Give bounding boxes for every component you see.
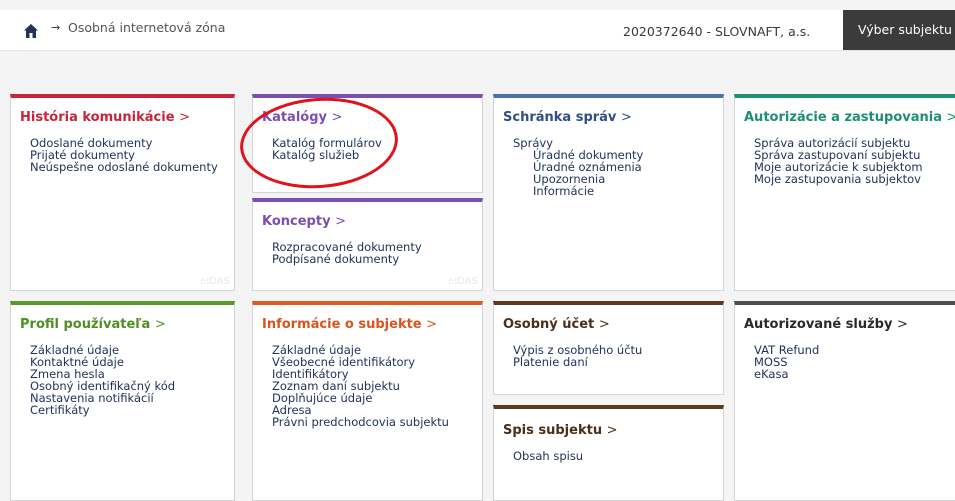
card-historia-komunikacie: História komunikácie > Odoslané dokument… xyxy=(10,94,235,291)
link-neuspesne-odoslane[interactable]: Neúspešne odoslané dokumenty xyxy=(30,160,218,174)
top-bar: → Osobná internetová zóna 2020372640 - S… xyxy=(0,10,955,51)
link-list: Odoslané dokumenty Prijaté dokumenty Neú… xyxy=(30,137,218,173)
select-subject-button[interactable]: Výber subjektu xyxy=(843,10,955,50)
card-title-autorizacie[interactable]: Autorizácie a zastupovania > xyxy=(744,110,955,125)
card-autorizacie: Autorizácie a zastupovania > Správa auto… xyxy=(734,94,955,291)
card-title-profil[interactable]: Profil používateľa > xyxy=(20,317,166,332)
card-spis-subjektu: Spis subjektu > Obsah spisu xyxy=(493,405,724,501)
link-ekasa[interactable]: eKasa xyxy=(754,367,789,381)
card-koncepty: Koncepty > Rozpracované dokumenty Podpís… xyxy=(252,198,483,291)
link-pravni-predchodcovia[interactable]: Právni predchodcovia subjektu xyxy=(272,415,449,429)
link-moje-zastupovania[interactable]: Moje zastupovania subjektov xyxy=(754,172,921,186)
link-list: Výpis z osobného účtu Platenie daní xyxy=(513,344,642,368)
link-list: Obsah spisu xyxy=(513,450,583,462)
link-list: VAT Refund MOSS eKasa xyxy=(754,344,819,380)
card-title-sluzby[interactable]: Autorizované služby > xyxy=(744,317,908,332)
home-icon[interactable] xyxy=(23,23,39,39)
card-katalogy: Katalógy > Katalóg formulárov Katalóg sl… xyxy=(252,94,483,193)
card-osobny-ucet: Osobný účet > Výpis z osobného účtu Plat… xyxy=(493,301,724,395)
link-certifikaty[interactable]: Certifikáty xyxy=(30,403,90,417)
link-list: Správa autorizácií subjektu Správa zastu… xyxy=(754,137,923,185)
card-title-schranka[interactable]: Schránka správ > xyxy=(503,110,632,125)
card-title-spis[interactable]: Spis subjektu > xyxy=(503,423,618,438)
card-profil-pouzivatela: Profil používateľa > Základné údaje Kont… xyxy=(10,301,235,501)
link-podpisane-dokumenty[interactable]: Podpísané dokumenty xyxy=(272,252,399,266)
card-informacie-o-subjekte: Informácie o subjekte > Základné údaje V… xyxy=(252,301,483,501)
card-title-osobny-ucet[interactable]: Osobný účet > xyxy=(503,317,610,332)
link-list: Správy Úradné dokumenty Úradné oznámenia… xyxy=(513,137,643,197)
eidas-label: eIDAS xyxy=(448,276,478,287)
link-list: Katalóg formulárov Katalóg služieb xyxy=(272,137,382,161)
link-informacie[interactable]: Informácie xyxy=(533,184,594,198)
breadcrumb-arrow-icon: → xyxy=(51,21,61,34)
current-subject: 2020372640 - SLOVNAFT, a.s. xyxy=(623,24,811,39)
link-list: Základné údaje Všeobecné identifikátory … xyxy=(272,344,449,428)
link-list: Základné údaje Kontaktné údaje Zmena hes… xyxy=(30,344,175,416)
card-title-historia[interactable]: História komunikácie > xyxy=(20,110,190,125)
card-title-informacie[interactable]: Informácie o subjekte > xyxy=(262,317,437,332)
link-obsah-spisu[interactable]: Obsah spisu xyxy=(513,449,583,463)
card-title-koncepty[interactable]: Koncepty > xyxy=(262,214,346,229)
link-katalog-sluzieb[interactable]: Katalóg služieb xyxy=(272,148,359,162)
card-autorizovane-sluzby: Autorizované služby > VAT Refund MOSS eK… xyxy=(734,301,955,501)
breadcrumb[interactable]: Osobná internetová zóna xyxy=(68,20,225,35)
card-title-katalogy[interactable]: Katalógy > xyxy=(262,110,342,125)
card-schranka-sprav: Schránka správ > Správy Úradné dokumenty… xyxy=(493,94,724,291)
eidas-label: eIDAS xyxy=(200,276,230,287)
link-list: Rozpracované dokumenty Podpísané dokumen… xyxy=(272,241,422,265)
link-platenie-dani[interactable]: Platenie daní xyxy=(513,355,588,369)
